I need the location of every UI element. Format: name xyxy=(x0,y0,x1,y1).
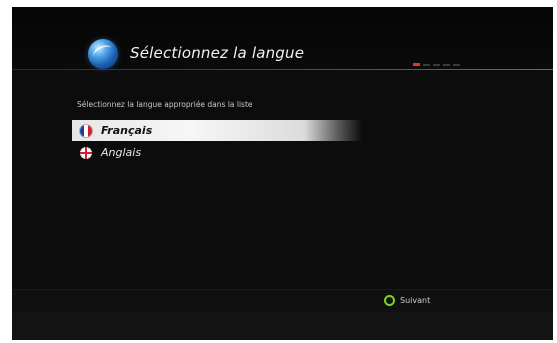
progress-step-3 xyxy=(433,64,440,66)
next-button[interactable]: Suivant xyxy=(384,295,430,306)
progress-step-5 xyxy=(453,64,460,66)
green-circle-icon xyxy=(384,295,395,306)
step-progress xyxy=(413,63,460,66)
language-list: Français Anglais xyxy=(72,120,362,164)
uk-flag-icon xyxy=(80,146,92,159)
header: Sélectionnez la langue xyxy=(12,7,553,69)
french-flag-icon xyxy=(80,124,92,137)
footer-bar xyxy=(12,289,553,312)
globe-swirl xyxy=(90,42,116,64)
tv-screen: Sélectionnez la langue Sélectionnez la l… xyxy=(12,7,553,340)
footer-base xyxy=(12,312,553,340)
next-label: Suivant xyxy=(400,296,431,305)
instruction-text: Sélectionnez la langue appropriée dans l… xyxy=(77,100,253,109)
globe-icon xyxy=(88,39,118,69)
progress-step-2 xyxy=(423,64,430,66)
language-option-anglais[interactable]: Anglais xyxy=(72,142,362,163)
header-divider xyxy=(12,69,553,70)
language-label: Anglais xyxy=(101,146,142,159)
language-label: Français xyxy=(101,124,153,137)
progress-step-4 xyxy=(443,64,450,66)
progress-step-1 xyxy=(413,63,420,66)
language-option-francais[interactable]: Français xyxy=(72,120,362,141)
page-title: Sélectionnez la langue xyxy=(130,44,305,62)
